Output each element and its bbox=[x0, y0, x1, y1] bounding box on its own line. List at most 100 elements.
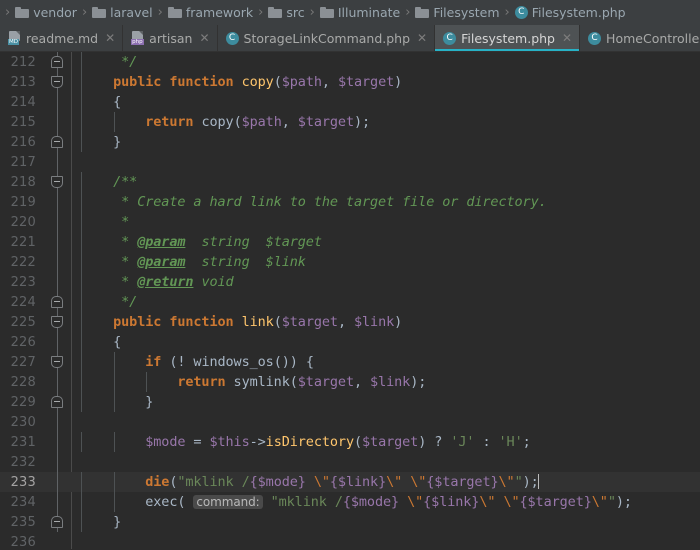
breadcrumb-item-illuminate[interactable]: Illuminate bbox=[318, 0, 402, 25]
code-token: $target bbox=[281, 314, 338, 330]
fold-toggle-start-icon[interactable] bbox=[51, 316, 63, 328]
fold-toggle-end-icon[interactable] bbox=[51, 56, 63, 68]
fold-toggle-start-icon[interactable] bbox=[51, 356, 63, 368]
breadcrumb-separator: › bbox=[5, 4, 11, 20]
code-line[interactable]: 220 * bbox=[0, 212, 700, 232]
code-token: \" bbox=[386, 474, 403, 490]
fold-gutter-cell[interactable] bbox=[44, 232, 71, 252]
code-line[interactable]: 229 } bbox=[0, 392, 700, 412]
code-editor[interactable]: 212 */213 public function copy($path, $t… bbox=[0, 52, 700, 549]
code-line[interactable]: 215 return copy($path, $target); bbox=[0, 112, 700, 132]
code-line[interactable]: 223 * @return void bbox=[0, 272, 700, 292]
line-number: 222 bbox=[10, 254, 36, 270]
code-line[interactable]: 217 bbox=[0, 152, 700, 172]
fold-gutter-cell[interactable] bbox=[44, 212, 71, 232]
code-line[interactable]: 226 { bbox=[0, 332, 700, 352]
code-line[interactable]: 218 /** bbox=[0, 172, 700, 192]
fold-toggle-start-icon[interactable] bbox=[51, 76, 63, 88]
breadcrumb-item-framework[interactable]: framework bbox=[166, 0, 255, 25]
fold-gutter-cell[interactable] bbox=[44, 372, 71, 392]
code-line-text: } bbox=[71, 514, 700, 530]
code-line-text: exec( command: "mklink /{$mode} \"{$link… bbox=[71, 494, 700, 510]
code-token: -> bbox=[249, 434, 266, 450]
close-icon[interactable]: ✕ bbox=[197, 32, 209, 44]
close-icon[interactable]: ✕ bbox=[560, 32, 572, 44]
close-icon[interactable]: ✕ bbox=[103, 32, 115, 44]
code-line[interactable]: 213 public function copy($path, $target) bbox=[0, 72, 700, 92]
fold-gutter-cell[interactable] bbox=[44, 112, 71, 132]
code-line-text: { bbox=[71, 94, 700, 110]
code-token: \" bbox=[479, 494, 496, 510]
close-icon[interactable]: ✕ bbox=[415, 32, 427, 44]
folder-icon bbox=[167, 7, 182, 18]
code-line[interactable]: 221 * @param string $target bbox=[0, 232, 700, 252]
breadcrumb-item-vendor[interactable]: vendor bbox=[13, 0, 79, 25]
fold-gutter-cell[interactable] bbox=[44, 192, 71, 212]
code-line[interactable]: 214 { bbox=[0, 92, 700, 112]
code-line[interactable]: 227 if (! windows_os()) { bbox=[0, 352, 700, 372]
fold-gutter-cell[interactable] bbox=[44, 492, 71, 512]
fold-gutter-cell[interactable] bbox=[44, 392, 71, 412]
code-line[interactable]: 230 bbox=[0, 412, 700, 432]
php-file-icon: php bbox=[131, 31, 144, 45]
code-line[interactable]: 216 } bbox=[0, 132, 700, 152]
fold-gutter-cell[interactable] bbox=[44, 52, 71, 72]
code-token: */ bbox=[113, 54, 138, 70]
fold-gutter-cell[interactable] bbox=[44, 512, 71, 532]
code-line[interactable]: 222 * @param string $link bbox=[0, 252, 700, 272]
fold-gutter-cell[interactable] bbox=[44, 72, 71, 92]
fold-gutter-cell[interactable] bbox=[44, 472, 71, 492]
line-number: 215 bbox=[10, 114, 36, 130]
code-line[interactable]: 236 bbox=[0, 532, 700, 550]
code-line-text: return copy($path, $target); bbox=[71, 114, 700, 130]
fold-gutter-cell[interactable] bbox=[44, 352, 71, 372]
fold-toggle-end-icon[interactable] bbox=[51, 136, 63, 148]
editor-tab-artisan[interactable]: php artisan ✕ bbox=[123, 25, 218, 51]
line-number: 236 bbox=[10, 534, 36, 550]
fold-gutter-cell[interactable] bbox=[44, 272, 71, 292]
breadcrumb-item-filesystem-php[interactable]: C Filesystem.php bbox=[513, 0, 628, 25]
code-line[interactable]: 234 exec( command: "mklink /{$mode} \"{$… bbox=[0, 492, 700, 512]
fold-region-line bbox=[57, 192, 58, 212]
code-line[interactable]: 224 */ bbox=[0, 292, 700, 312]
code-token: * bbox=[113, 214, 130, 230]
fold-gutter-cell[interactable] bbox=[44, 132, 71, 152]
code-line[interactable]: 212 */ bbox=[0, 52, 700, 72]
code-line[interactable]: 231 $mode = $this->isDirectory($target) … bbox=[0, 432, 700, 452]
fold-gutter-cell[interactable] bbox=[44, 292, 71, 312]
code-token: (! bbox=[161, 354, 194, 370]
editor-tab-homecontroller-php[interactable]: C HomeController.php bbox=[580, 25, 700, 51]
fold-gutter-cell[interactable] bbox=[44, 452, 71, 472]
editor-tab-storagelinkcommand-php[interactable]: C StorageLinkCommand.php ✕ bbox=[218, 25, 436, 51]
fold-gutter-cell[interactable] bbox=[44, 412, 71, 432]
editor-tab-filesystem-php[interactable]: C Filesystem.php ✕ bbox=[435, 25, 581, 51]
fold-toggle-end-icon[interactable] bbox=[51, 396, 63, 408]
fold-region-line bbox=[57, 332, 58, 352]
fold-gutter-cell[interactable] bbox=[44, 332, 71, 352]
code-line[interactable]: 225 public function link($target, $link) bbox=[0, 312, 700, 332]
fold-gutter-cell[interactable] bbox=[44, 252, 71, 272]
code-line[interactable]: 219 * Create a hard link to the target f… bbox=[0, 192, 700, 212]
fold-toggle-start-icon[interactable] bbox=[51, 176, 63, 188]
fold-toggle-end-icon[interactable] bbox=[51, 296, 63, 308]
fold-gutter-cell[interactable] bbox=[44, 532, 71, 549]
code-line[interactable]: 235 } bbox=[0, 512, 700, 532]
breadcrumb-item-filesystem[interactable]: Filesystem bbox=[413, 0, 501, 25]
fold-gutter-cell[interactable] bbox=[44, 152, 71, 172]
indent-guide bbox=[81, 472, 82, 492]
code-line[interactable]: 228 return symlink($target, $link); bbox=[0, 372, 700, 392]
fold-toggle-end-icon[interactable] bbox=[51, 516, 63, 528]
fold-gutter-cell[interactable] bbox=[44, 432, 71, 452]
editor-tab-readme-md[interactable]: MD readme.md ✕ bbox=[0, 25, 124, 51]
code-line[interactable]: 233 die("mklink /{$mode} \"{$link}\" \"{… bbox=[0, 472, 700, 492]
fold-gutter-cell[interactable] bbox=[44, 92, 71, 112]
line-number: 213 bbox=[10, 74, 36, 90]
fold-gutter-cell[interactable] bbox=[44, 312, 71, 332]
breadcrumb-item-src[interactable]: src bbox=[266, 0, 306, 25]
fold-gutter-cell[interactable] bbox=[44, 172, 71, 192]
code-line[interactable]: 232 bbox=[0, 452, 700, 472]
breadcrumb-item-laravel[interactable]: laravel bbox=[90, 0, 155, 25]
